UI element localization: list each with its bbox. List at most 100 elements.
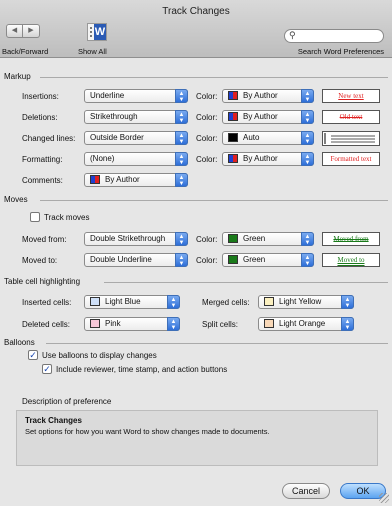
moved-to-popup[interactable]: Double Underline ▲ ▼ bbox=[84, 253, 188, 267]
formatting-label: Formatting: bbox=[22, 155, 63, 164]
back-forward-label: Back/Forward bbox=[2, 47, 49, 56]
description-title: Track Changes bbox=[25, 416, 82, 425]
popup-arrows-icon: ▲ ▼ bbox=[301, 110, 314, 124]
color-label: Color: bbox=[196, 92, 218, 101]
cancel-button[interactable]: Cancel bbox=[282, 483, 330, 499]
popup-arrows-icon: ▲ ▼ bbox=[301, 131, 314, 145]
deleted-cells-label: Deleted cells: bbox=[22, 320, 71, 329]
moved-from-popup[interactable]: Double Strikethrough ▲ ▼ bbox=[84, 232, 188, 246]
back-arrow-icon[interactable]: ◀ bbox=[6, 24, 23, 38]
merged-cells-label: Merged cells: bbox=[202, 298, 250, 307]
track-moves-checkbox[interactable] bbox=[30, 212, 40, 222]
divider bbox=[40, 200, 388, 201]
track-changes-window: Track Changes ◀ ▶ Back/Forward W Show Al… bbox=[0, 0, 392, 506]
forward-arrow-icon[interactable]: ▶ bbox=[23, 24, 40, 38]
color-swatch bbox=[228, 154, 238, 164]
show-all-label[interactable]: Show All bbox=[78, 47, 107, 56]
include-reviewer-checkbox[interactable]: ✓ bbox=[42, 364, 52, 374]
markup-header: Markup bbox=[4, 72, 31, 81]
moved-to-preview: Moved to bbox=[322, 253, 380, 267]
merged-cells-popup[interactable]: Light Yellow ▲ ▼ bbox=[258, 295, 354, 309]
search-input[interactable]: ⚲ bbox=[284, 29, 384, 43]
resize-grip-icon[interactable] bbox=[379, 493, 389, 503]
deleted-cells-popup[interactable]: Pink ▲ ▼ bbox=[84, 317, 180, 331]
search-icon: ⚲ bbox=[289, 30, 296, 40]
track-moves-label[interactable]: Track moves bbox=[44, 213, 90, 222]
moves-header: Moves bbox=[4, 195, 28, 204]
color-label: Color: bbox=[196, 134, 218, 143]
inserted-cells-popup[interactable]: Light Blue ▲ ▼ bbox=[84, 295, 180, 309]
insertions-popup[interactable]: Underline ▲ ▼ bbox=[84, 89, 188, 103]
window-title: Track Changes bbox=[162, 6, 230, 17]
deletions-label: Deletions: bbox=[22, 113, 58, 122]
deletions-popup[interactable]: Strikethrough ▲ ▼ bbox=[84, 110, 188, 124]
use-balloons-label[interactable]: Use balloons to display changes bbox=[42, 351, 157, 360]
changed-lines-icon bbox=[324, 133, 375, 144]
changed-lines-preview bbox=[322, 131, 380, 146]
popup-arrows-icon: ▲ ▼ bbox=[301, 152, 314, 166]
use-balloons-checkbox[interactable]: ✓ bbox=[28, 350, 38, 360]
checkmark-icon: ✓ bbox=[43, 364, 51, 374]
moved-from-label: Moved from: bbox=[22, 235, 67, 244]
split-cells-label: Split cells: bbox=[202, 320, 239, 329]
color-swatch bbox=[264, 297, 274, 307]
formatting-color-popup[interactable]: By Author ▲ ▼ bbox=[222, 152, 314, 166]
changed-lines-color-popup[interactable]: Auto ▲ ▼ bbox=[222, 131, 314, 145]
search-label: Search Word Preferences bbox=[297, 47, 384, 56]
balloons-header: Balloons bbox=[4, 338, 35, 347]
popup-arrows-icon: ▲ ▼ bbox=[341, 317, 354, 331]
popup-arrows-icon: ▲ ▼ bbox=[341, 295, 354, 309]
divider bbox=[40, 77, 388, 78]
divider bbox=[46, 343, 388, 344]
deletions-color-popup[interactable]: By Author ▲ ▼ bbox=[222, 110, 314, 124]
moved-to-label: Moved to: bbox=[22, 256, 58, 265]
comments-label: Comments: bbox=[22, 176, 63, 185]
comments-color-popup[interactable]: By Author ▲ ▼ bbox=[84, 173, 188, 187]
color-swatch bbox=[228, 91, 238, 101]
description-text: Set options for how you want Word to sho… bbox=[25, 427, 270, 436]
table-cell-header: Table cell highlighting bbox=[4, 277, 81, 286]
color-swatch bbox=[90, 297, 100, 307]
color-label: Color: bbox=[196, 256, 218, 265]
popup-arrows-icon: ▲ ▼ bbox=[167, 295, 180, 309]
color-label: Color: bbox=[196, 113, 218, 122]
color-label: Color: bbox=[196, 235, 218, 244]
color-swatch bbox=[228, 255, 238, 265]
popup-arrows-icon: ▲ ▼ bbox=[175, 232, 188, 246]
insertions-preview: New text bbox=[322, 89, 380, 103]
checkmark-icon: ✓ bbox=[29, 350, 37, 360]
popup-arrows-icon: ▲ ▼ bbox=[175, 173, 188, 187]
changed-lines-popup[interactable]: Outside Border ▲ ▼ bbox=[84, 131, 188, 145]
popup-arrows-icon: ▲ ▼ bbox=[301, 232, 314, 246]
popup-arrows-icon: ▲ ▼ bbox=[167, 317, 180, 331]
preferences-content: Markup Insertions: Underline ▲ ▼ Color: B… bbox=[0, 58, 392, 506]
color-swatch bbox=[90, 319, 100, 329]
moved-to-color-popup[interactable]: Green ▲ ▼ bbox=[222, 253, 314, 267]
popup-arrows-icon: ▲ ▼ bbox=[175, 152, 188, 166]
toolbar: Track Changes ◀ ▶ Back/Forward W Show Al… bbox=[0, 0, 392, 58]
moved-from-color-popup[interactable]: Green ▲ ▼ bbox=[222, 232, 314, 246]
color-swatch bbox=[228, 112, 238, 122]
description-box: Track Changes Set options for how you wa… bbox=[16, 410, 378, 466]
changed-lines-label: Changed lines: bbox=[22, 134, 76, 143]
insertions-label: Insertions: bbox=[22, 92, 59, 101]
formatting-preview: Formatted text bbox=[322, 152, 380, 166]
color-swatch bbox=[228, 234, 238, 244]
insertions-color-popup[interactable]: By Author ▲ ▼ bbox=[222, 89, 314, 103]
popup-arrows-icon: ▲ ▼ bbox=[175, 89, 188, 103]
popup-arrows-icon: ▲ ▼ bbox=[301, 89, 314, 103]
color-swatch bbox=[264, 319, 274, 329]
popup-arrows-icon: ▲ ▼ bbox=[175, 253, 188, 267]
color-swatch bbox=[228, 133, 238, 143]
divider bbox=[104, 282, 388, 283]
formatting-popup[interactable]: (None) ▲ ▼ bbox=[84, 152, 188, 166]
popup-arrows-icon: ▲ ▼ bbox=[301, 253, 314, 267]
moved-from-preview: Moved from bbox=[322, 232, 380, 246]
popup-arrows-icon: ▲ ▼ bbox=[175, 131, 188, 145]
color-swatch bbox=[90, 175, 100, 185]
include-reviewer-label[interactable]: Include reviewer, time stamp, and action… bbox=[56, 365, 227, 374]
back-forward-control: ◀ ▶ bbox=[6, 24, 40, 38]
deletions-preview: Old text bbox=[322, 110, 380, 124]
split-cells-popup[interactable]: Light Orange ▲ ▼ bbox=[258, 317, 354, 331]
show-all-icon[interactable]: W bbox=[87, 23, 107, 41]
